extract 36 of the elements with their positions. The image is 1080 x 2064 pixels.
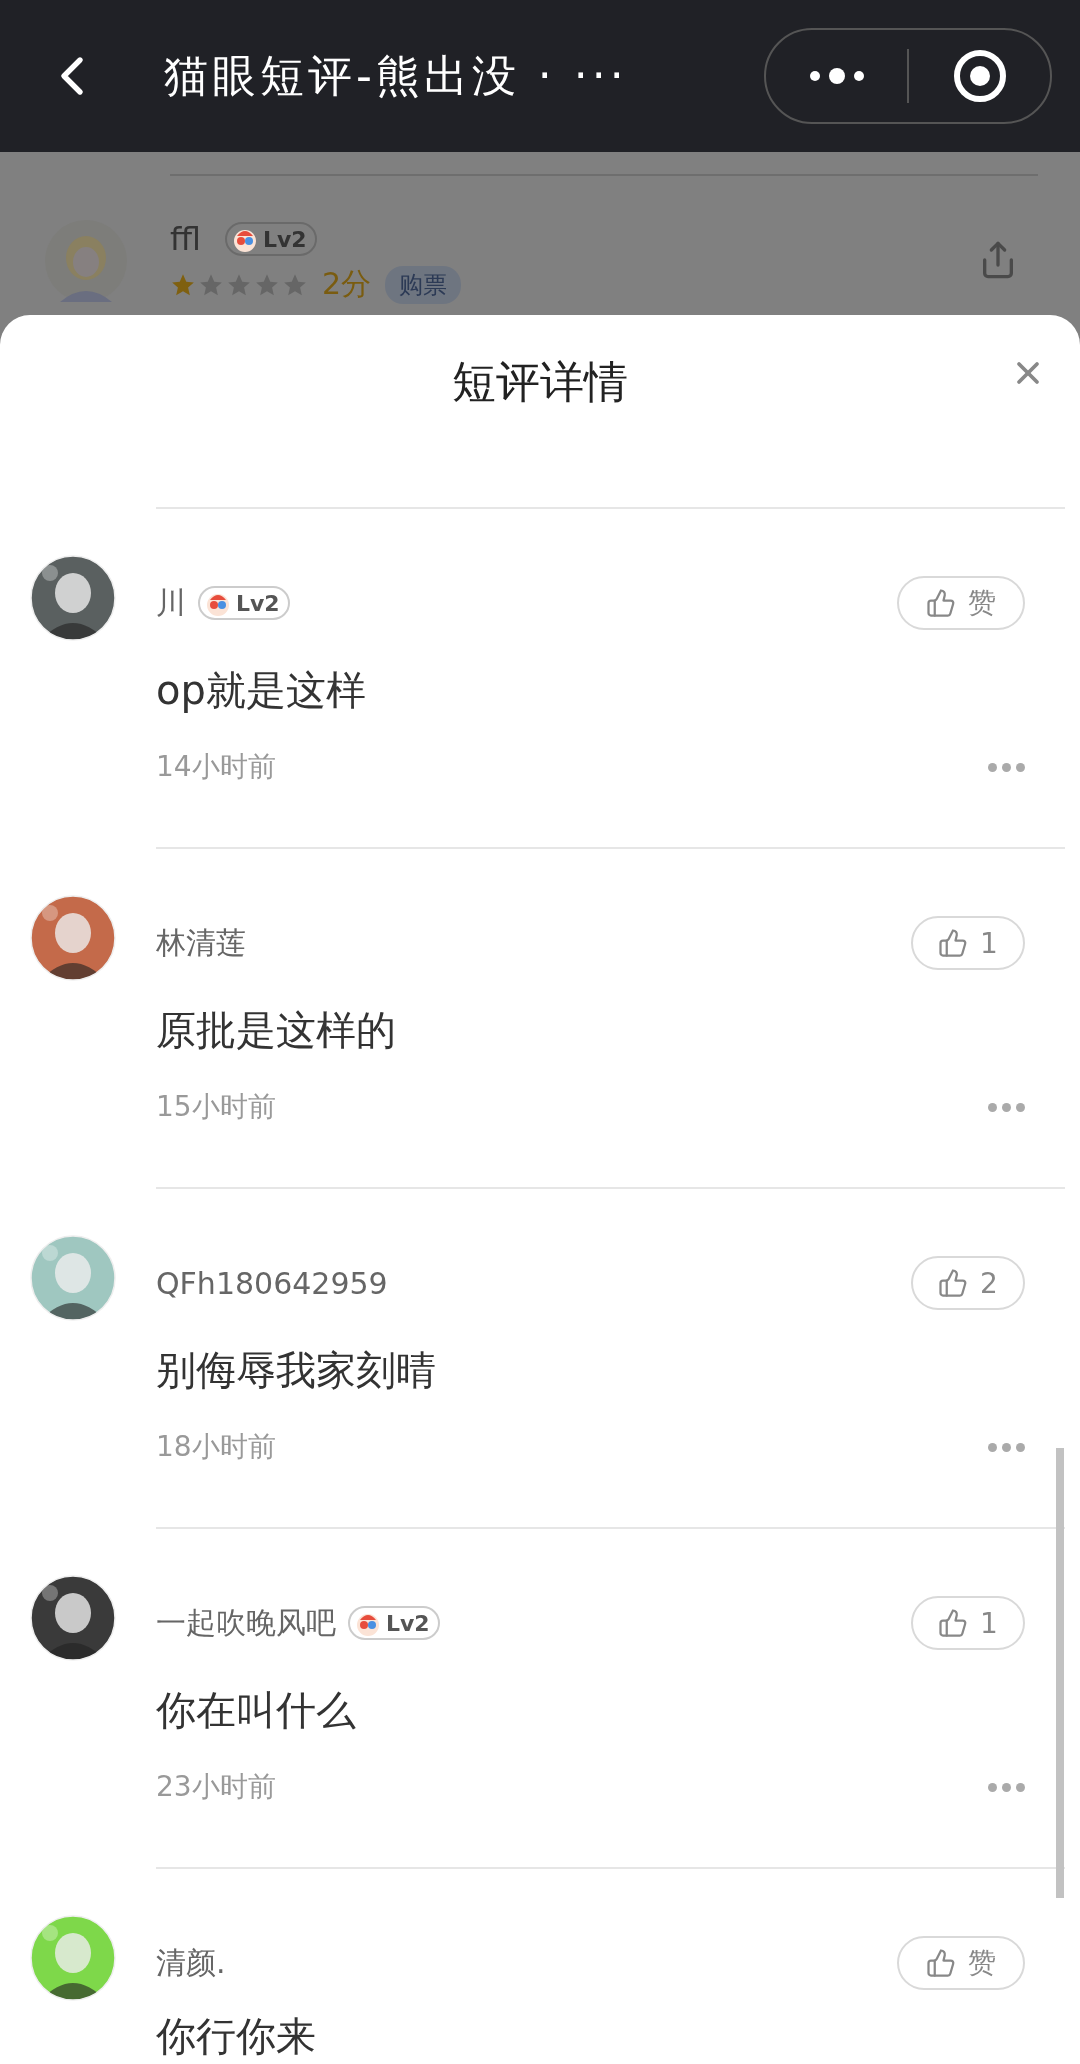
thumbs-up-icon <box>926 588 956 618</box>
comment-text: 原批是这样的 <box>156 1008 397 1052</box>
thumbs-up-icon <box>938 1608 969 1638</box>
username: 林清莲 <box>156 923 246 962</box>
sheet-title: 短评详情 <box>452 355 628 409</box>
comment-text: 你在叫什么 <box>156 1688 357 1732</box>
timestamp: 15小时前 <box>156 1089 276 1125</box>
comment-text: op就是这样 <box>156 668 367 712</box>
timestamp: 14小时前 <box>156 749 276 785</box>
thumbs-up-icon <box>938 1268 969 1298</box>
comment-text: 你行你来 <box>156 2014 317 2058</box>
username: 川 <box>156 583 186 622</box>
more-button[interactable] <box>988 1442 1025 1452</box>
comment-text: 别侮辱我家刻晴 <box>156 1348 437 1392</box>
score: 2分 <box>322 265 372 303</box>
username: 一起吹晚风吧 <box>156 1603 336 1642</box>
more-button[interactable] <box>988 1102 1025 1112</box>
thumbs-up-icon <box>938 928 969 958</box>
window-title: 猫眼短评-熊出没 · ··· <box>164 48 629 103</box>
username: QFh180642959 <box>156 1265 388 1301</box>
username: 清颜. <box>156 1943 226 1982</box>
username: ffl <box>170 220 201 258</box>
thumbs-up-icon <box>926 1948 956 1978</box>
more-button[interactable] <box>988 1782 1025 1792</box>
level-label: Lv2 <box>262 226 307 252</box>
timestamp: 23小时前 <box>156 1769 276 1805</box>
more-button[interactable] <box>988 762 1025 772</box>
like-button[interactable]: 2 <box>911 1256 1025 1310</box>
like-button[interactable]: 赞 <box>897 1936 1025 1990</box>
level-label: Lv2 <box>386 1610 430 1636</box>
like-button[interactable]: 1 <box>911 1596 1025 1650</box>
timestamp: 18小时前 <box>156 1429 276 1465</box>
like-button[interactable]: 赞 <box>897 576 1025 630</box>
like-button[interactable]: 1 <box>911 916 1025 970</box>
ticket-tag: 购票 <box>385 265 462 304</box>
level-label: Lv2 <box>236 590 280 616</box>
